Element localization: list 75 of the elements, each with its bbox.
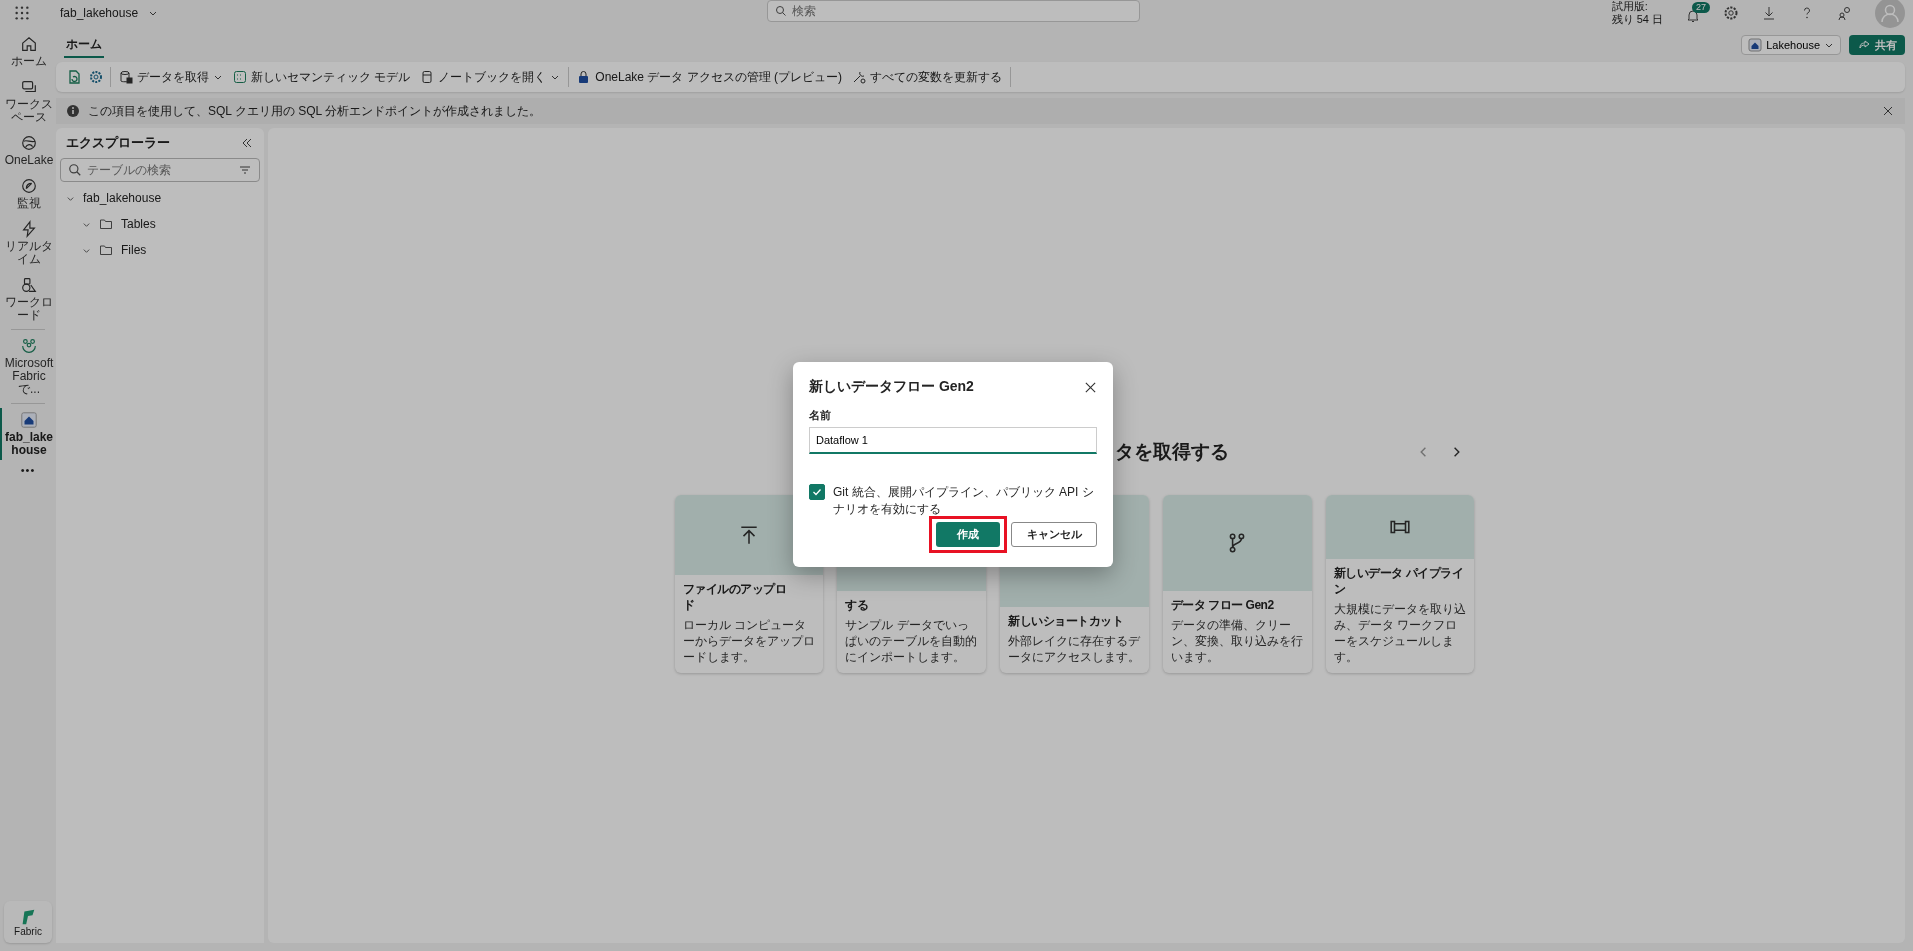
- name-input-field[interactable]: Dataflow 1: [809, 427, 1097, 454]
- card-description: ローカル コンピューターからデータをアップロードします。: [682, 616, 816, 665]
- card-title: データ フロー Gen2: [1170, 596, 1275, 613]
- settings-icon[interactable]: [88, 69, 104, 85]
- item-type-selector[interactable]: Lakehouse: [1741, 35, 1841, 55]
- nav-item[interactable]: リアルタイム: [0, 217, 56, 269]
- toolbar-button[interactable]: すべての変数を更新する: [850, 68, 1005, 86]
- search-icon: [68, 163, 82, 177]
- checkbox[interactable]: [809, 484, 825, 500]
- database-icon: [119, 70, 133, 84]
- house-icon: [20, 411, 38, 429]
- trial-days: 残り 54 日: [1611, 13, 1663, 26]
- tree-item[interactable]: Files: [60, 240, 260, 260]
- close-icon[interactable]: [1881, 104, 1895, 118]
- download-icon[interactable]: [1761, 5, 1777, 21]
- cancel-button[interactable]: キャンセル: [1011, 522, 1097, 547]
- section-heading: タを取得する: [1114, 439, 1229, 464]
- card-title: ファイルのアップロ ド: [682, 580, 787, 613]
- house-icon: [1748, 38, 1763, 52]
- nav-item[interactable]: Microsoft Fabric で...: [0, 334, 56, 399]
- folder-icon: [99, 217, 113, 231]
- globe-icon: [20, 134, 38, 152]
- nav-item[interactable]: OneLake: [0, 131, 56, 170]
- people-icon[interactable]: [1837, 5, 1853, 21]
- close-icon[interactable]: [1084, 380, 1097, 394]
- document-icon[interactable]: [66, 69, 82, 85]
- bolt-icon: [20, 220, 38, 238]
- tree-item[interactable]: Tables: [60, 214, 260, 234]
- table-search-field[interactable]: テーブルの検索: [60, 158, 260, 182]
- fabric-switcher[interactable]: Fabric: [4, 901, 52, 943]
- search-field[interactable]: 検索: [767, 0, 1140, 22]
- search-icon: [775, 5, 787, 17]
- shapes-icon: [20, 276, 38, 294]
- action-card[interactable]: ファイルのアップロ ド ローカル コンピューターからデータをアップロードします。: [674, 494, 824, 673]
- card-title: 新しいデータ パイプライ ン: [1333, 564, 1465, 597]
- trial-label: 試用版:: [1611, 0, 1649, 13]
- notification-badge: 27: [1692, 2, 1710, 13]
- toolbar-button[interactable]: ノートブックを開く: [418, 68, 563, 86]
- nav-item[interactable]: ホーム: [0, 32, 56, 71]
- nav-item[interactable]: 監視: [0, 174, 56, 213]
- notebook-icon: [420, 70, 435, 84]
- info-icon: [66, 104, 80, 118]
- explorer-title: エクスプローラー: [66, 134, 170, 152]
- create-button[interactable]: 作成: [936, 522, 1000, 547]
- bell-icon[interactable]: [1685, 8, 1701, 24]
- collapse-icon[interactable]: [240, 136, 254, 150]
- share-button[interactable]: 共有: [1849, 35, 1905, 55]
- dialog-title: 新しいデータフロー Gen2: [809, 378, 974, 396]
- card-description: 大規模にデータを取り込み、データ ワークフローをスケジュールします。: [1333, 600, 1467, 665]
- card-description: データの準備、クリーン、変換、取り込みを行います。: [1170, 616, 1304, 665]
- more-button[interactable]: •••: [20, 464, 36, 476]
- card-title: する: [845, 596, 870, 613]
- action-card[interactable]: 新しいデータ パイプライ ン 大規模にデータを取り込み、データ ワークフローをスケジュールします。: [1325, 494, 1475, 673]
- info-message: この項目を使用して、SQL クエリ用の SQL 分析エンドポイントが作成されました。: [88, 102, 543, 120]
- field-label: 名前: [809, 408, 832, 423]
- settings-icon[interactable]: [1723, 5, 1739, 21]
- toolbar-button[interactable]: OneLake データ アクセスの管理 (プレビュー): [575, 68, 845, 86]
- people-icon: [20, 337, 38, 355]
- nav-item[interactable]: ワークロード: [0, 273, 56, 325]
- workspace-selector[interactable]: fab_lakehouse: [40, 6, 139, 20]
- folder-icon: [99, 243, 113, 257]
- wrench-icon: [852, 70, 867, 84]
- card-description: 外部レイクに存在するデータにアクセスします。: [1008, 632, 1142, 665]
- toolbar-button[interactable]: 新しいセマンティック モデル: [231, 68, 413, 86]
- home-icon: [20, 35, 38, 53]
- tree-item[interactable]: fab_lakehouse: [60, 188, 260, 208]
- checkmark-icon: [811, 486, 823, 498]
- ribbon-tab[interactable]: ホーム: [64, 32, 104, 58]
- action-card[interactable]: データ フロー Gen2 データの準備、クリーン、変換、取り込みを行います。: [1162, 494, 1312, 673]
- toolbar-button[interactable]: データを取得: [117, 68, 225, 86]
- card-description: サンプル データでいっぱいのテーブルを自動的にインポートします。: [845, 616, 979, 665]
- app-launcher-icon[interactable]: [14, 5, 30, 21]
- card-title: 新しいショートカット: [1008, 612, 1125, 629]
- grid-icon: [233, 70, 247, 84]
- nav-item[interactable]: ワークスペース: [0, 75, 56, 127]
